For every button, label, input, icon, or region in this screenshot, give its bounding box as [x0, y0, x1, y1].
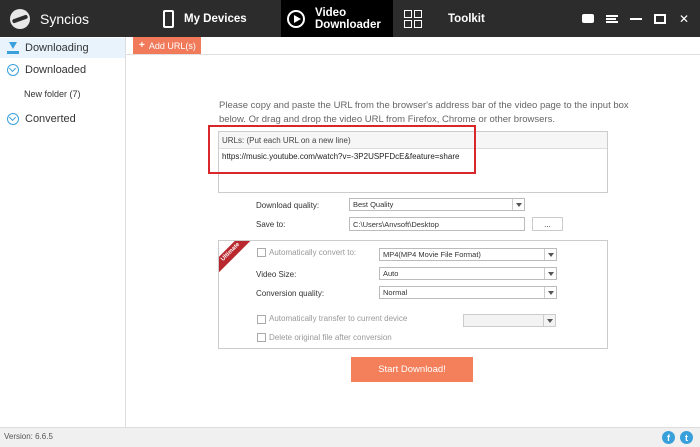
status-bar: Version: 6.6.5 f t: [0, 427, 700, 447]
maximize-icon[interactable]: [654, 13, 666, 24]
toolbar-divider: [126, 54, 700, 55]
delete-original-checkbox[interactable]: [257, 333, 266, 342]
nav-toolkit[interactable]: Toolkit: [404, 0, 485, 37]
video-size-value: Auto: [383, 269, 399, 278]
sidebar-item-new-folder[interactable]: New folder (7): [0, 84, 125, 104]
nav-my-devices-label: My Devices: [184, 12, 247, 25]
play-icon: [287, 9, 305, 28]
video-size-select[interactable]: Auto: [379, 267, 557, 280]
download-quality-label: Download quality:: [256, 201, 320, 210]
close-icon[interactable]: ✕: [678, 13, 690, 25]
save-to-field[interactable]: C:\Users\Anvsoft\Desktop: [349, 217, 525, 231]
facebook-icon[interactable]: f: [662, 431, 675, 444]
delete-original-label: Delete original file after conversion: [269, 333, 392, 342]
sidebar-item-downloading[interactable]: Downloading: [0, 38, 125, 58]
download-quality-select[interactable]: Best Quality: [349, 198, 525, 211]
nav-toolkit-label: Toolkit: [448, 12, 485, 25]
save-to-value: C:\Users\Anvsoft\Desktop: [353, 219, 439, 229]
twitter-icon[interactable]: t: [680, 431, 693, 444]
download-quality-value: Best Quality: [353, 200, 394, 209]
instructions-text: Please copy and paste the URL from the b…: [219, 100, 629, 125]
device-select[interactable]: [463, 314, 556, 327]
chevron-down-icon: [512, 199, 524, 210]
syncios-logo-icon: [10, 8, 30, 29]
feedback-icon[interactable]: [582, 14, 594, 23]
minimize-icon[interactable]: [630, 17, 642, 20]
conversion-quality-value: Normal: [383, 288, 408, 297]
auto-convert-checkbox[interactable]: [257, 248, 266, 257]
sidebar-item-label: New folder (7): [24, 89, 81, 99]
add-url-button[interactable]: + Add URL(s): [133, 37, 201, 54]
browse-button[interactable]: ...: [532, 217, 563, 231]
add-url-label: Add URL(s): [148, 40, 196, 51]
chevron-down-icon: [544, 287, 556, 298]
app-name: Syncios: [40, 10, 90, 27]
highlight-frame: [208, 125, 476, 174]
sidebar-item-downloaded[interactable]: Downloaded: [0, 60, 125, 80]
download-icon: [7, 42, 19, 54]
toolkit-grid-icon: [404, 9, 422, 28]
output-format-value: MP4(MP4 Movie File Format): [383, 250, 481, 259]
ultimate-ribbon: Ultimate: [219, 241, 255, 277]
auto-transfer-checkbox[interactable]: [257, 315, 266, 324]
start-download-button[interactable]: Start Download!: [351, 357, 473, 382]
sidebar-item-label: Downloaded: [25, 64, 87, 76]
phone-icon: [163, 9, 174, 28]
auto-transfer-label: Automatically transfer to current device: [269, 314, 408, 323]
sidebar: Downloading Downloaded New folder (7) Co…: [0, 37, 126, 427]
top-bar: Syncios My Devices Video Downloader Tool…: [0, 0, 700, 37]
menu-icon[interactable]: [606, 14, 618, 23]
version-text: Version: 6.6.5: [4, 432, 53, 441]
video-size-label: Video Size:: [256, 270, 297, 279]
chevron-down-icon: [544, 268, 556, 279]
conversion-quality-label: Conversion quality:: [256, 289, 325, 298]
chevron-down-icon: [543, 315, 555, 326]
nav-video-downloader[interactable]: Video Downloader: [281, 0, 393, 37]
plus-icon: +: [139, 40, 145, 51]
sidebar-item-converted[interactable]: Converted: [0, 109, 125, 129]
nav-my-devices[interactable]: My Devices: [163, 0, 247, 37]
sidebar-item-label: Converted: [25, 113, 76, 125]
check-circle-icon: [7, 113, 19, 125]
brand: Syncios: [10, 0, 89, 37]
save-to-label: Save to:: [256, 220, 286, 229]
check-circle-icon: [7, 64, 19, 76]
output-format-select[interactable]: MP4(MP4 Movie File Format): [379, 248, 557, 261]
nav-video-downloader-label: Video Downloader: [315, 6, 381, 31]
sidebar-item-label: Downloading: [25, 42, 89, 54]
auto-convert-label: Automatically convert to:: [269, 248, 357, 257]
window-controls: ✕: [582, 0, 690, 37]
chevron-down-icon: [544, 249, 556, 260]
conversion-quality-select[interactable]: Normal: [379, 286, 557, 299]
